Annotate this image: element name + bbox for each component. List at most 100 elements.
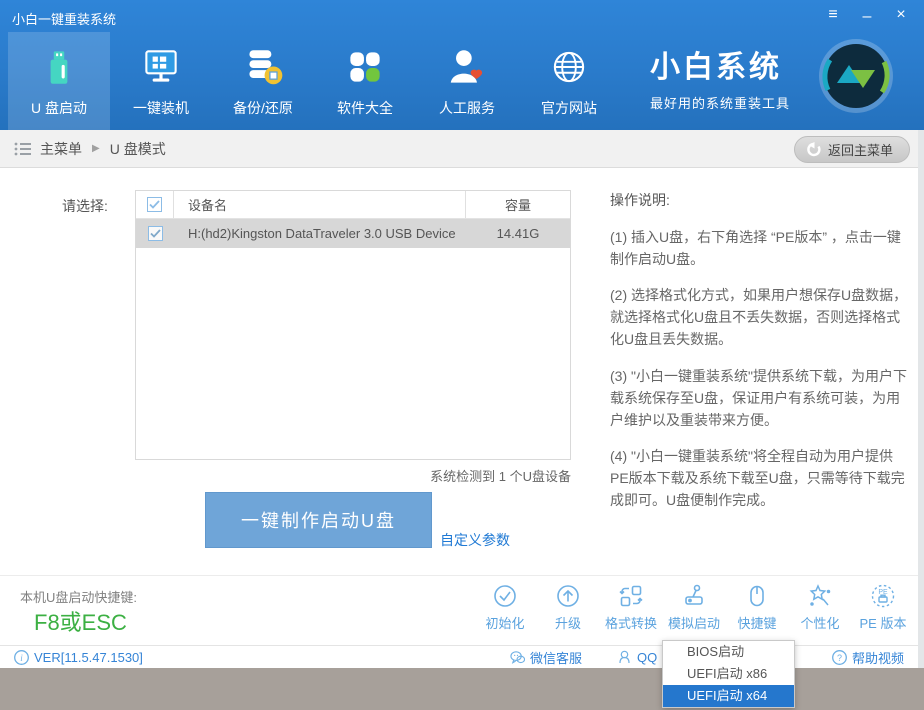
tool-label: 格式转换	[605, 613, 657, 632]
nav-label: 备份/还原	[233, 98, 293, 118]
wechat-icon	[510, 650, 525, 665]
menu-icon[interactable]: ≡	[824, 4, 842, 26]
select-label: 请选择:	[62, 196, 108, 216]
device-row[interactable]: H:(hd2)Kingston DataTraveler 3.0 USB Dev…	[136, 219, 570, 248]
nav-item-official-site[interactable]: 官方网站	[518, 32, 620, 130]
breadcrumb: 主菜单 ▶ U 盘模式 返回主菜单	[0, 130, 924, 168]
tool-label: 升级	[555, 613, 581, 632]
detect-status-text: 系统检测到 1 个U盘设备	[135, 466, 571, 485]
select-all-checkbox[interactable]	[147, 197, 162, 212]
nav-item-human-service[interactable]: 人工服务	[416, 32, 518, 130]
tool-upgrade[interactable]: 升级	[539, 583, 597, 632]
tool-label: 模拟启动	[668, 613, 720, 632]
version-text: VER[11.5.47.1530]	[34, 650, 143, 665]
footer: 本机U盘启动快捷键: F8或ESC 初始化 升级	[0, 575, 924, 645]
custom-params-link[interactable]: 自定义参数	[440, 530, 510, 550]
instructions-title: 操作说明:	[610, 190, 910, 210]
popup-item-uefi-x86[interactable]: UEFI启动 x86	[663, 663, 794, 685]
hotkey-value: F8或ESC	[34, 605, 127, 637]
joystick-icon	[681, 583, 707, 609]
tool-label: PE 版本	[860, 613, 907, 632]
popup-item-uefi-x64[interactable]: UEFI启动 x64	[663, 685, 794, 707]
init-check-icon	[492, 583, 518, 609]
nav-item-backup-restore[interactable]: 备份/还原	[212, 32, 314, 130]
device-table: 设备名 容量 H:(hd2)Kingston DataTraveler 3.0 …	[135, 190, 571, 460]
device-capacity: 14.41G	[466, 226, 570, 241]
list-icon	[14, 141, 32, 157]
magic-star-icon	[807, 583, 833, 609]
pe-version-icon: PE	[870, 583, 896, 609]
nav-item-usb-boot[interactable]: U 盘启动	[8, 32, 110, 130]
help-video[interactable]: ? 帮助视频	[832, 646, 904, 669]
nav-label: 人工服务	[439, 98, 495, 118]
tool-label: 快捷键	[737, 613, 776, 632]
column-device-name: 设备名	[174, 191, 466, 218]
breadcrumb-root[interactable]: 主菜单	[40, 139, 82, 159]
popup-item-bios[interactable]: BIOS启动	[663, 641, 794, 663]
back-arrow-icon	[805, 142, 822, 157]
tool-simulate-boot[interactable]: 模拟启动	[665, 583, 723, 632]
monitor-icon	[138, 44, 184, 90]
window-right-edge	[918, 130, 924, 668]
tool-label: 个性化	[800, 613, 839, 632]
version-info: i VER[11.5.47.1530]	[14, 646, 143, 669]
nav-item-one-click-install[interactable]: 一键装机	[110, 32, 212, 130]
back-to-main-menu-button[interactable]: 返回主菜单	[794, 136, 910, 163]
qq-icon	[617, 650, 632, 665]
breadcrumb-caret-icon: ▶	[92, 143, 100, 154]
breadcrumb-current: U 盘模式	[110, 139, 166, 159]
minimize-icon[interactable]: –	[858, 4, 876, 26]
upgrade-arrow-icon	[555, 583, 581, 609]
format-convert-icon	[618, 583, 644, 609]
window-title: 小白一键重装系统	[12, 9, 116, 28]
info-icon: i	[14, 650, 29, 665]
app-window: 小白一键重装系统 ≡ – × U 盘启动	[0, 0, 924, 668]
usb-drive-icon	[36, 44, 82, 90]
help-label: 帮助视频	[852, 648, 904, 667]
instruction-step: (2) 选择格式化方式，如果用户想保存U盘数据，就选择格式化U盘且不丢失数据，否…	[610, 284, 910, 350]
tool-hotkey[interactable]: 快捷键	[728, 583, 786, 632]
nav-item-software-center[interactable]: 软件大全	[314, 32, 416, 130]
globe-icon	[546, 44, 592, 90]
instructions-panel: 操作说明: (1) 插入U盘，右下角选择 “PE版本” ，点击一键制作启动U盘。…	[610, 190, 910, 525]
tool-pe-version[interactable]: PE PE 版本	[854, 583, 912, 632]
mouse-icon	[744, 583, 770, 609]
qq-support[interactable]: QQ	[617, 646, 657, 669]
boot-mode-popup-menu: BIOS启动 UEFI启动 x86 UEFI启动 x64	[662, 640, 795, 708]
back-button-label: 返回主菜单	[828, 140, 893, 159]
tool-format-convert[interactable]: 格式转换	[602, 583, 660, 632]
instruction-step: (3) "小白一键重装系统"提供系统下载，为用户下载系统保存至U盘，保证用户有系…	[610, 365, 910, 431]
device-checkbox[interactable]	[148, 226, 163, 241]
instruction-step: (1) 插入U盘，右下角选择 “PE版本” ，点击一键制作启动U盘。	[610, 226, 910, 270]
close-icon[interactable]: ×	[892, 4, 910, 26]
svg-text:?: ?	[837, 653, 842, 663]
svg-text:i: i	[20, 653, 23, 663]
wechat-support[interactable]: 微信客服	[510, 646, 582, 669]
wechat-label: 微信客服	[530, 648, 582, 667]
column-capacity: 容量	[466, 195, 570, 214]
qq-label: QQ	[637, 650, 657, 665]
footer-toolbar: 初始化 升级 格式转换 模拟	[476, 583, 912, 632]
window-controls: ≡ – ×	[824, 4, 910, 26]
make-boot-usb-button[interactable]: 一键制作启动U盘	[205, 492, 432, 548]
brand: 小白系统 最好用的系统重装工具	[650, 42, 790, 112]
tool-label: 初始化	[485, 613, 524, 632]
tool-initialize[interactable]: 初始化	[476, 583, 534, 632]
main-nav: U 盘启动 一键装机	[8, 32, 620, 130]
instruction-step: (4) "小白一键重装系统"将全程自动为用户提供PE版本下载及系统下载至U盘，只…	[610, 445, 910, 511]
nav-label: U 盘启动	[31, 98, 87, 118]
device-table-header: 设备名 容量	[136, 191, 570, 219]
question-icon: ?	[832, 650, 847, 665]
nav-label: 官方网站	[541, 98, 597, 118]
header: 小白一键重装系统 ≡ – × U 盘启动	[0, 0, 924, 130]
brand-tagline: 最好用的系统重装工具	[650, 93, 790, 112]
nav-label: 一键装机	[133, 98, 189, 118]
tool-personalize[interactable]: 个性化	[791, 583, 849, 632]
device-name: H:(hd2)Kingston DataTraveler 3.0 USB Dev…	[174, 219, 466, 248]
brand-name: 小白系统	[650, 42, 790, 86]
brand-logo-icon	[818, 38, 894, 114]
apps-clover-icon	[342, 44, 388, 90]
titlebar: 小白一键重装系统 ≡ – ×	[0, 0, 924, 32]
support-person-icon	[444, 44, 490, 90]
hotkey-label: 本机U盘启动快捷键:	[20, 587, 137, 606]
